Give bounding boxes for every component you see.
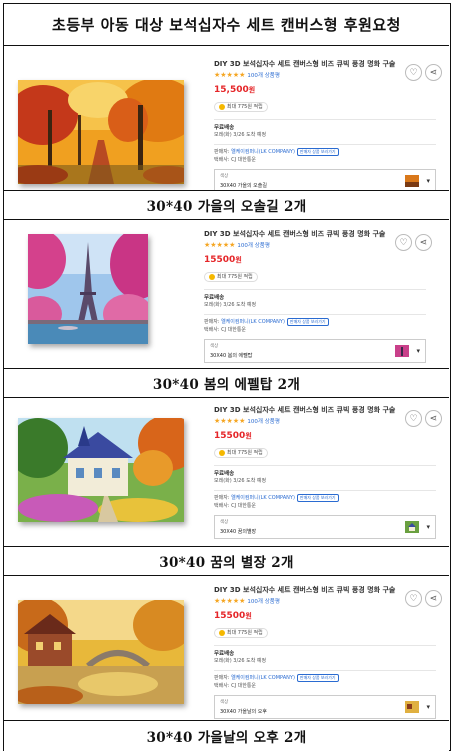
seller-products-button[interactable]: 판매자 상품 보러가기: [296, 673, 339, 682]
item-caption: 30*40 가을의 오솔길 2개: [4, 190, 449, 220]
product-info: ♡ ⋖ DIY 3D 보석십자수 세트 캔버스형 비즈 큐빅 풍경 명화 구술 …: [204, 230, 436, 363]
product-image-dream-villa[interactable]: [18, 418, 184, 522]
seller-row: 판매자: 엘케이컴퍼니(LK COMPANY) 판매자 상품 보러가기: [214, 673, 446, 682]
courier: 택배사: CJ 대한통운: [204, 326, 247, 333]
product-image-autumn-afternoon[interactable]: [18, 600, 184, 704]
option-value: 30X40 가을의 오솔길: [220, 182, 267, 189]
review-count[interactable]: 100개 상품평: [247, 419, 280, 425]
coin-icon: [219, 449, 225, 456]
option-value: 30X40 가을날의 오후: [220, 708, 267, 715]
coin-icon: [219, 103, 225, 110]
item-caption: 30*40 꿈의 별장 2개: [4, 546, 449, 576]
option-thumbnail: [405, 700, 419, 713]
reward-badge: 최대 775원 적립: [204, 271, 258, 282]
product-block-2: ♡ ⋖ DIY 3D 보석십자수 세트 캔버스형 비즈 큐빅 풍경 명화 구술 …: [4, 220, 449, 398]
option-thumbnail: [405, 520, 419, 533]
courier: 택배사: CJ 대한통운: [214, 156, 257, 163]
divider: [214, 489, 436, 491]
seller-row: 판매자: 엘케이컴퍼니(LK COMPANY) 판매자 상품 보러가기: [214, 493, 446, 502]
item-caption: 30*40 가을날의 오후 2개: [4, 720, 449, 751]
option-label: 색상: [220, 173, 229, 179]
divider: [214, 143, 436, 145]
reward-badge: 최대 775원 적립: [214, 447, 268, 458]
divider: [204, 288, 426, 290]
option-thumbnail: [395, 344, 409, 357]
share-icon[interactable]: ⋖: [425, 64, 442, 81]
product-block-3: ♡ ⋖ DIY 3D 보석십자수 세트 캔버스형 비즈 큐빅 풍경 명화 구술 …: [4, 398, 449, 576]
option-value: 30X40 봄의 에펠탑: [210, 352, 253, 359]
divider: [204, 313, 426, 315]
shipping-title: 무료배송: [214, 124, 235, 131]
share-icon[interactable]: ⋖: [425, 410, 442, 427]
price: 15500원: [214, 430, 252, 441]
review-count[interactable]: 100개 상품평: [237, 243, 270, 249]
seller-link[interactable]: 엘케이컴퍼니(LK COMPANY): [231, 675, 295, 681]
delivery-date: 모레(화) 3/26 도착 예정: [214, 657, 267, 664]
reward-badge: 최대 775원 적립: [214, 627, 268, 638]
option-select[interactable]: 색상 30X40 꿈의별장 ▾: [214, 514, 436, 539]
chevron-down-icon[interactable]: ▾: [416, 347, 420, 355]
seller-products-button[interactable]: 판매자 상품 보러가기: [296, 493, 339, 502]
option-thumbnail: [405, 174, 419, 187]
product-title[interactable]: DIY 3D 보석십자수 세트 캔버스형 비즈 큐빅 풍경 명화 구술: [214, 586, 404, 596]
product-info: ♡ ⋖ DIY 3D 보석십자수 세트 캔버스형 비즈 큐빅 풍경 명화 구술 …: [214, 586, 446, 719]
product-block-4: ♡ ⋖ DIY 3D 보석십자수 세트 캔버스형 비즈 큐빅 풍경 명화 구술 …: [4, 576, 449, 752]
product-title[interactable]: DIY 3D 보석십자수 세트 캔버스형 비즈 큐빅 풍경 명화 구술: [214, 406, 404, 416]
divider: [214, 464, 436, 466]
coin-icon: [219, 629, 225, 636]
seller-link[interactable]: 엘케이컴퍼니(LK COMPANY): [221, 319, 285, 325]
divider: [214, 644, 436, 646]
seller-products-button[interactable]: 판매자 상품 보러가기: [286, 317, 329, 326]
option-label: 색상: [210, 343, 219, 349]
page-title: 초등부 아동 대상 보석십자수 세트 캔버스형 후원요청: [4, 4, 449, 46]
option-select[interactable]: 색상 30X40 봄의 에펠탑 ▾: [204, 338, 426, 363]
courier: 택배사: CJ 대한통운: [214, 682, 257, 689]
review-count[interactable]: 100개 상품평: [247, 599, 280, 605]
delivery-date: 모레(화) 3/26 도착 예정: [204, 301, 257, 308]
share-icon[interactable]: ⋖: [415, 234, 432, 251]
seller-row: 판매자: 엘케이컴퍼니(LK COMPANY) 판매자 상품 보러가기: [214, 147, 446, 156]
delivery-date: 모레(화) 3/26 도착 예정: [214, 131, 267, 138]
option-select[interactable]: 색상 30X40 가을의 오솔길 ▾: [214, 168, 436, 193]
heart-icon[interactable]: ♡: [405, 64, 422, 81]
product-image-eiffel-tower[interactable]: [28, 234, 148, 344]
shipping-title: 무료배송: [204, 294, 225, 301]
option-select[interactable]: 색상 30X40 가을날의 오후 ▾: [214, 694, 436, 719]
option-value: 30X40 꿈의별장: [220, 528, 257, 535]
seller-products-button[interactable]: 판매자 상품 보러가기: [296, 147, 339, 156]
share-icon[interactable]: ⋖: [425, 590, 442, 607]
courier: 택배사: CJ 대한통운: [214, 502, 257, 509]
heart-icon[interactable]: ♡: [395, 234, 412, 251]
price: 15500원: [204, 254, 242, 265]
product-block-1: ♡ ⋖ DIY 3D 보석십자수 세트 캔버스형 비즈 큐빅 풍경 명화 구술 …: [4, 46, 449, 220]
product-info: ♡ ⋖ DIY 3D 보석십자수 세트 캔버스형 비즈 큐빅 풍경 명화 구술 …: [214, 406, 446, 539]
coin-icon: [209, 273, 215, 280]
option-label: 색상: [220, 699, 229, 705]
product-info: ♡ ⋖ DIY 3D 보석십자수 세트 캔버스형 비즈 큐빅 풍경 명화 구술 …: [214, 60, 446, 193]
divider: [214, 669, 436, 671]
price: 15,500원: [214, 84, 256, 95]
chevron-down-icon[interactable]: ▾: [426, 177, 430, 185]
product-title[interactable]: DIY 3D 보석십자수 세트 캔버스형 비즈 큐빅 풍경 명화 구술: [204, 230, 394, 240]
price: 15500원: [214, 610, 252, 621]
seller-link[interactable]: 엘케이컴퍼니(LK COMPANY): [231, 149, 295, 155]
review-count[interactable]: 100개 상품평: [247, 73, 280, 79]
shipping-title: 무료배송: [214, 470, 235, 477]
product-image-autumn-path[interactable]: [18, 80, 184, 184]
shipping-title: 무료배송: [214, 650, 235, 657]
product-title[interactable]: DIY 3D 보석십자수 세트 캔버스형 비즈 큐빅 풍경 명화 구술: [214, 60, 404, 70]
item-caption: 30*40 봄의 에펠탑 2개: [4, 368, 449, 398]
delivery-date: 모레(화) 3/26 도착 예정: [214, 477, 267, 484]
seller-row: 판매자: 엘케이컴퍼니(LK COMPANY) 판매자 상품 보러가기: [204, 317, 436, 326]
seller-link[interactable]: 엘케이컴퍼니(LK COMPANY): [231, 495, 295, 501]
chevron-down-icon[interactable]: ▾: [426, 703, 430, 711]
divider: [214, 118, 436, 120]
reward-badge: 최대 775원 적립: [214, 101, 268, 112]
poster-frame: 초등부 아동 대상 보석십자수 세트 캔버스형 후원요청 ♡ ⋖ DIY 3D …: [3, 3, 451, 751]
option-label: 색상: [220, 519, 229, 525]
chevron-down-icon[interactable]: ▾: [426, 523, 430, 531]
heart-icon[interactable]: ♡: [405, 590, 422, 607]
heart-icon[interactable]: ♡: [405, 410, 422, 427]
